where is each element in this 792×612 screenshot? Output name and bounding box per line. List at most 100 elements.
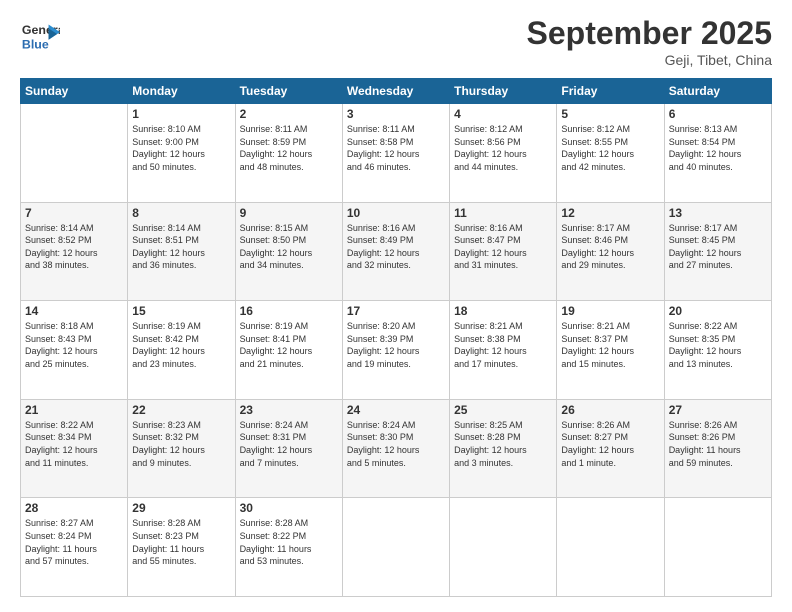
cell-info: Sunrise: 8:28 AM Sunset: 8:23 PM Dayligh…: [132, 517, 230, 567]
calendar-cell: 22 Sunrise: 8:23 AM Sunset: 8:32 PM Dayli…: [128, 399, 235, 498]
title-block: September 2025 Geji, Tibet, China: [527, 15, 772, 68]
calendar-cell: 17 Sunrise: 8:20 AM Sunset: 8:39 PM Dayli…: [342, 301, 449, 400]
calendar-cell: 4 Sunrise: 8:12 AM Sunset: 8:56 PM Daylig…: [450, 104, 557, 203]
calendar-cell: 16 Sunrise: 8:19 AM Sunset: 8:41 PM Dayli…: [235, 301, 342, 400]
cell-info: Sunrise: 8:17 AM Sunset: 8:45 PM Dayligh…: [669, 222, 767, 272]
day-number: 7: [25, 206, 123, 220]
day-number: 17: [347, 304, 445, 318]
cell-info: Sunrise: 8:10 AM Sunset: 9:00 PM Dayligh…: [132, 123, 230, 173]
calendar-cell: 8 Sunrise: 8:14 AM Sunset: 8:51 PM Daylig…: [128, 202, 235, 301]
cell-info: Sunrise: 8:19 AM Sunset: 8:41 PM Dayligh…: [240, 320, 338, 370]
calendar-cell: 19 Sunrise: 8:21 AM Sunset: 8:37 PM Dayli…: [557, 301, 664, 400]
cell-info: Sunrise: 8:24 AM Sunset: 8:31 PM Dayligh…: [240, 419, 338, 469]
day-number: 27: [669, 403, 767, 417]
calendar-cell: 18Sunrise: 8:21 AM Sunset: 8:38 PM Dayli…: [450, 301, 557, 400]
day-number: 8: [132, 206, 230, 220]
weekday-header: Friday: [557, 79, 664, 104]
cell-info: Sunrise: 8:15 AM Sunset: 8:50 PM Dayligh…: [240, 222, 338, 272]
day-number: 19: [561, 304, 659, 318]
calendar-cell: 2 Sunrise: 8:11 AM Sunset: 8:59 PM Daylig…: [235, 104, 342, 203]
calendar-cell: [450, 498, 557, 597]
location: Geji, Tibet, China: [527, 52, 772, 68]
calendar-table: SundayMondayTuesdayWednesdayThursdayFrid…: [20, 78, 772, 597]
cell-info: Sunrise: 8:17 AM Sunset: 8:46 PM Dayligh…: [561, 222, 659, 272]
calendar-cell: 9Sunrise: 8:15 AM Sunset: 8:50 PM Daylig…: [235, 202, 342, 301]
cell-info: Sunrise: 8:21 AM Sunset: 8:38 PM Dayligh…: [454, 320, 552, 370]
calendar-week: 1 Sunrise: 8:10 AM Sunset: 9:00 PM Daylig…: [21, 104, 772, 203]
cell-info: Sunrise: 8:27 AM Sunset: 8:24 PM Dayligh…: [25, 517, 123, 567]
calendar-cell: 6 Sunrise: 8:13 AM Sunset: 8:54 PM Daylig…: [664, 104, 771, 203]
weekday-header: Wednesday: [342, 79, 449, 104]
cell-info: Sunrise: 8:24 AM Sunset: 8:30 PM Dayligh…: [347, 419, 445, 469]
calendar-cell: [342, 498, 449, 597]
calendar-cell: 10 Sunrise: 8:16 AM Sunset: 8:49 PM Dayli…: [342, 202, 449, 301]
calendar-cell: 23 Sunrise: 8:24 AM Sunset: 8:31 PM Dayli…: [235, 399, 342, 498]
day-number: 14: [25, 304, 123, 318]
calendar-cell: 14Sunrise: 8:18 AM Sunset: 8:43 PM Dayli…: [21, 301, 128, 400]
day-number: 22: [132, 403, 230, 417]
day-number: 29: [132, 501, 230, 515]
calendar-cell: 11Sunrise: 8:16 AM Sunset: 8:47 PM Dayli…: [450, 202, 557, 301]
cell-info: Sunrise: 8:12 AM Sunset: 8:56 PM Dayligh…: [454, 123, 552, 173]
day-number: 20: [669, 304, 767, 318]
cell-info: Sunrise: 8:20 AM Sunset: 8:39 PM Dayligh…: [347, 320, 445, 370]
day-number: 15: [132, 304, 230, 318]
cell-info: Sunrise: 8:23 AM Sunset: 8:32 PM Dayligh…: [132, 419, 230, 469]
cell-info: Sunrise: 8:21 AM Sunset: 8:37 PM Dayligh…: [561, 320, 659, 370]
cell-info: Sunrise: 8:11 AM Sunset: 8:58 PM Dayligh…: [347, 123, 445, 173]
calendar-cell: [21, 104, 128, 203]
cell-info: Sunrise: 8:12 AM Sunset: 8:55 PM Dayligh…: [561, 123, 659, 173]
day-number: 4: [454, 107, 552, 121]
cell-info: Sunrise: 8:16 AM Sunset: 8:49 PM Dayligh…: [347, 222, 445, 272]
calendar-cell: 13 Sunrise: 8:17 AM Sunset: 8:45 PM Dayli…: [664, 202, 771, 301]
day-number: 16: [240, 304, 338, 318]
calendar-cell: 1 Sunrise: 8:10 AM Sunset: 9:00 PM Daylig…: [128, 104, 235, 203]
day-number: 2: [240, 107, 338, 121]
calendar-cell: 21Sunrise: 8:22 AM Sunset: 8:34 PM Dayli…: [21, 399, 128, 498]
day-number: 25: [454, 403, 552, 417]
weekday-header: Saturday: [664, 79, 771, 104]
day-number: 1: [132, 107, 230, 121]
cell-info: Sunrise: 8:19 AM Sunset: 8:42 PM Dayligh…: [132, 320, 230, 370]
calendar-cell: 28Sunrise: 8:27 AM Sunset: 8:24 PM Dayli…: [21, 498, 128, 597]
page: General Blue September 2025 Geji, Tibet,…: [0, 0, 792, 612]
cell-info: Sunrise: 8:22 AM Sunset: 8:34 PM Dayligh…: [25, 419, 123, 469]
cell-info: Sunrise: 8:25 AM Sunset: 8:28 PM Dayligh…: [454, 419, 552, 469]
cell-info: Sunrise: 8:16 AM Sunset: 8:47 PM Dayligh…: [454, 222, 552, 272]
calendar-cell: 5 Sunrise: 8:12 AM Sunset: 8:55 PM Daylig…: [557, 104, 664, 203]
weekday-header: Thursday: [450, 79, 557, 104]
calendar-cell: 3 Sunrise: 8:11 AM Sunset: 8:58 PM Daylig…: [342, 104, 449, 203]
day-number: 10: [347, 206, 445, 220]
day-number: 24: [347, 403, 445, 417]
cell-info: Sunrise: 8:26 AM Sunset: 8:27 PM Dayligh…: [561, 419, 659, 469]
calendar-week: 28Sunrise: 8:27 AM Sunset: 8:24 PM Dayli…: [21, 498, 772, 597]
calendar-cell: 29 Sunrise: 8:28 AM Sunset: 8:23 PM Dayli…: [128, 498, 235, 597]
cell-info: Sunrise: 8:13 AM Sunset: 8:54 PM Dayligh…: [669, 123, 767, 173]
day-number: 23: [240, 403, 338, 417]
day-number: 5: [561, 107, 659, 121]
cell-info: Sunrise: 8:14 AM Sunset: 8:52 PM Dayligh…: [25, 222, 123, 272]
logo-icon: General Blue: [20, 15, 60, 55]
logo: General Blue: [20, 15, 65, 55]
day-number: 12: [561, 206, 659, 220]
cell-info: Sunrise: 8:11 AM Sunset: 8:59 PM Dayligh…: [240, 123, 338, 173]
svg-text:Blue: Blue: [22, 37, 49, 51]
weekday-header: Sunday: [21, 79, 128, 104]
calendar-cell: 27Sunrise: 8:26 AM Sunset: 8:26 PM Dayli…: [664, 399, 771, 498]
calendar-cell: [557, 498, 664, 597]
month-title: September 2025: [527, 15, 772, 52]
day-number: 3: [347, 107, 445, 121]
calendar-cell: 20 Sunrise: 8:22 AM Sunset: 8:35 PM Dayli…: [664, 301, 771, 400]
calendar-week: 14Sunrise: 8:18 AM Sunset: 8:43 PM Dayli…: [21, 301, 772, 400]
calendar-cell: 25 Sunrise: 8:25 AM Sunset: 8:28 PM Dayli…: [450, 399, 557, 498]
calendar-cell: 24 Sunrise: 8:24 AM Sunset: 8:30 PM Dayli…: [342, 399, 449, 498]
calendar-cell: 26Sunrise: 8:26 AM Sunset: 8:27 PM Dayli…: [557, 399, 664, 498]
cell-info: Sunrise: 8:14 AM Sunset: 8:51 PM Dayligh…: [132, 222, 230, 272]
day-number: 30: [240, 501, 338, 515]
day-number: 6: [669, 107, 767, 121]
weekday-header: Monday: [128, 79, 235, 104]
weekday-header: Tuesday: [235, 79, 342, 104]
day-number: 13: [669, 206, 767, 220]
cell-info: Sunrise: 8:22 AM Sunset: 8:35 PM Dayligh…: [669, 320, 767, 370]
cell-info: Sunrise: 8:28 AM Sunset: 8:22 PM Dayligh…: [240, 517, 338, 567]
